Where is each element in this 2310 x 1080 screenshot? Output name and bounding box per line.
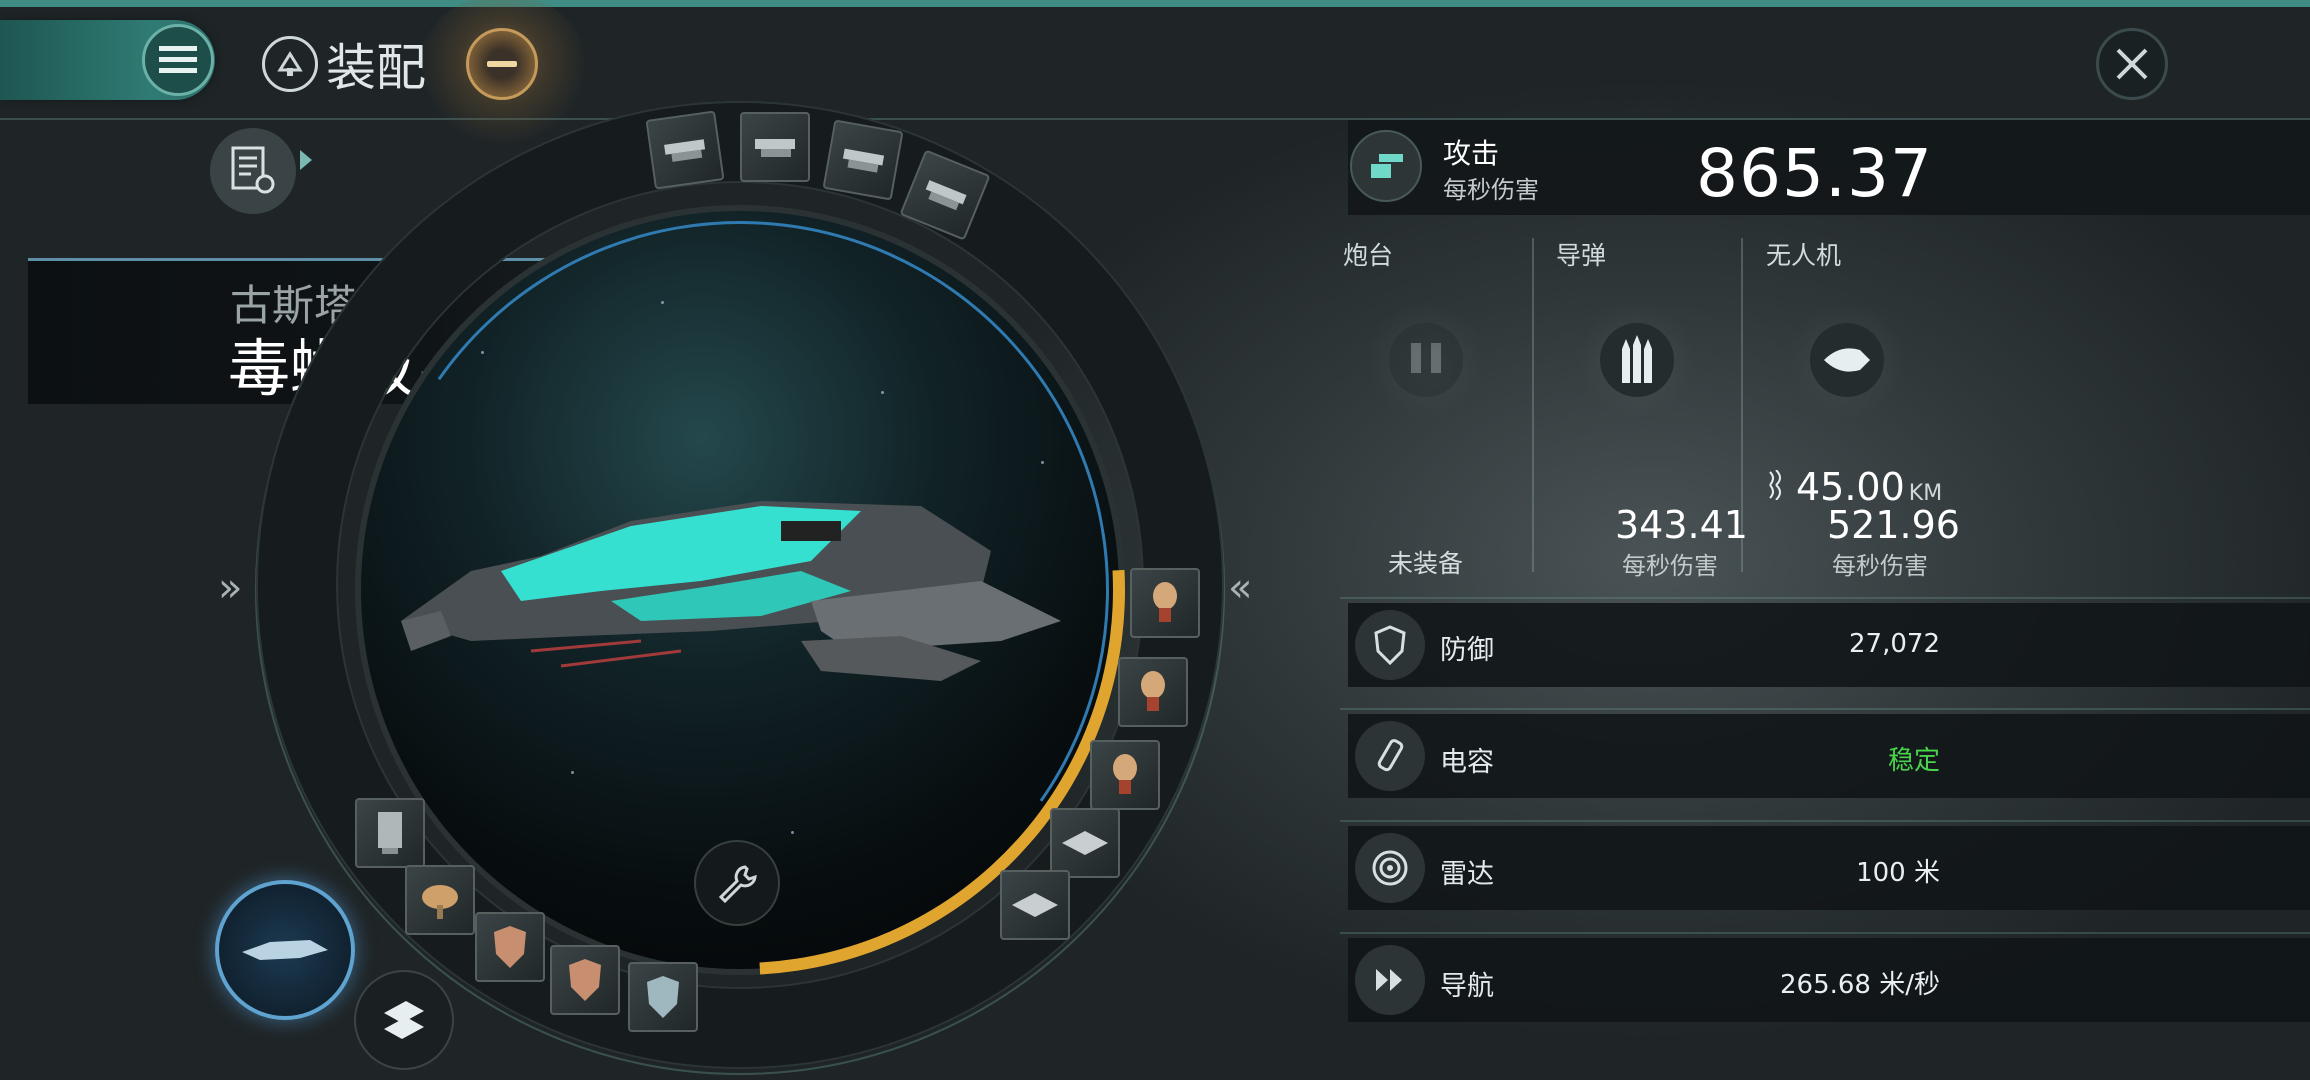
mid-slot-module[interactable]: [1130, 568, 1200, 638]
hamburger-icon: [159, 46, 197, 73]
close-button[interactable]: [2096, 28, 2168, 100]
attack-label: 攻击: [1443, 137, 1500, 170]
drone-icon: [1062, 831, 1108, 855]
swap-ship-button[interactable]: [354, 970, 454, 1070]
document-gear-icon: [231, 146, 275, 194]
ship-thumbnail-icon: [242, 940, 328, 960]
launcher-icon: [925, 180, 967, 211]
minus-icon: [487, 61, 517, 67]
attack-sub-label: 每秒伤害: [1443, 176, 1539, 204]
attack-dps-value: 865.37: [1696, 135, 1933, 212]
turret-label: 炮台: [1343, 241, 1394, 270]
turret-status: 未装备: [1388, 549, 1464, 578]
missile-dps-value: 343.41: [1615, 503, 1748, 547]
top-accent-line: [0, 0, 2310, 7]
missile-weapon-button[interactable]: [1577, 300, 1697, 420]
expand-arrow-icon[interactable]: [300, 150, 312, 170]
stat-value-capacitor: 稳定: [1887, 746, 1940, 776]
stat-label-navigation: 导航: [1440, 971, 1494, 1002]
armor-plate-icon: [378, 812, 402, 854]
low-slot-module[interactable]: [475, 912, 545, 982]
launcher-icon: [755, 139, 795, 157]
launcher-icon: [664, 139, 706, 162]
star: [481, 351, 484, 354]
ship-thumbnail-button[interactable]: [215, 880, 355, 1020]
menu-button[interactable]: [142, 24, 214, 96]
wrench-icon: [718, 865, 757, 904]
column-divider: [1532, 238, 1534, 572]
drone-bay-icon: [1113, 754, 1137, 794]
high-slot-turret[interactable]: [740, 112, 810, 182]
star: [571, 771, 574, 774]
shield-icon: [1355, 610, 1425, 680]
stat-value-defense: 27,072: [1849, 629, 1940, 659]
low-slot-module[interactable]: [628, 962, 698, 1032]
stat-label-radar: 雷达: [1440, 859, 1494, 890]
mid-slot-module[interactable]: [1118, 657, 1188, 727]
star: [881, 391, 884, 394]
section-divider: [1340, 597, 2310, 599]
turret-icon: [1411, 343, 1441, 373]
drone-dps-label: 每秒伤害: [1832, 552, 1928, 580]
stat-label-defense: 防御: [1440, 635, 1494, 666]
status-orb-button[interactable]: [466, 28, 538, 100]
attack-icon: [1350, 130, 1422, 202]
swap-icon: [384, 1001, 424, 1039]
launcher-icon: [842, 148, 885, 173]
dish-icon: [422, 885, 458, 919]
section-divider: [1340, 932, 2310, 934]
drone-bay-icon: [1153, 582, 1177, 622]
shield-module-icon: [494, 926, 526, 968]
high-slot-turret[interactable]: [822, 119, 904, 201]
shield-module-icon: [569, 959, 601, 1001]
drone-dps-value: 521.96: [1827, 503, 1960, 547]
missile-dps-label: 每秒伤害: [1622, 552, 1718, 580]
missile-label: 导弹: [1556, 241, 1607, 270]
stat-value-navigation: 265.68 米/秒: [1780, 970, 1940, 1000]
stat-label-capacitor: 电容: [1440, 747, 1494, 778]
drone-bay-icon: [1141, 671, 1165, 711]
low-slot-module[interactable]: [355, 798, 425, 868]
navigation-icon: [1355, 945, 1425, 1015]
section-divider: [1340, 820, 2310, 822]
drone-slot[interactable]: [1000, 870, 1070, 940]
drone-label: 无人机: [1766, 241, 1842, 270]
left-chevron-icon[interactable]: »: [218, 565, 242, 611]
drone-icon: [1824, 348, 1870, 372]
page-title-text: 装配: [326, 39, 426, 97]
star: [661, 301, 664, 304]
page-title: 装配: [262, 28, 426, 100]
mid-slot-module[interactable]: [1090, 740, 1160, 810]
fitting-settings-button[interactable]: [210, 128, 296, 214]
capacitor-icon: [1355, 721, 1425, 791]
section-divider: [1340, 708, 2310, 710]
missile-icon: [1622, 335, 1652, 383]
drone-weapon-button[interactable]: [1787, 300, 1907, 420]
range-signal-icon: [1769, 470, 1781, 500]
fitting-emblem-icon: [262, 36, 318, 92]
right-chevron-icon[interactable]: «: [1228, 565, 1252, 611]
high-slot-turret[interactable]: [645, 110, 725, 190]
drone-icon: [1012, 893, 1058, 917]
drone-slot[interactable]: [1050, 808, 1120, 878]
repair-button[interactable]: [694, 840, 780, 926]
stat-value-radar: 100 米: [1856, 858, 1940, 888]
turret-weapon-button[interactable]: [1366, 300, 1486, 420]
low-slot-module[interactable]: [405, 865, 475, 935]
close-icon: [2116, 48, 2148, 80]
low-slot-module[interactable]: [550, 945, 620, 1015]
shield-module-icon: [647, 976, 679, 1018]
radar-icon: [1355, 833, 1425, 903]
